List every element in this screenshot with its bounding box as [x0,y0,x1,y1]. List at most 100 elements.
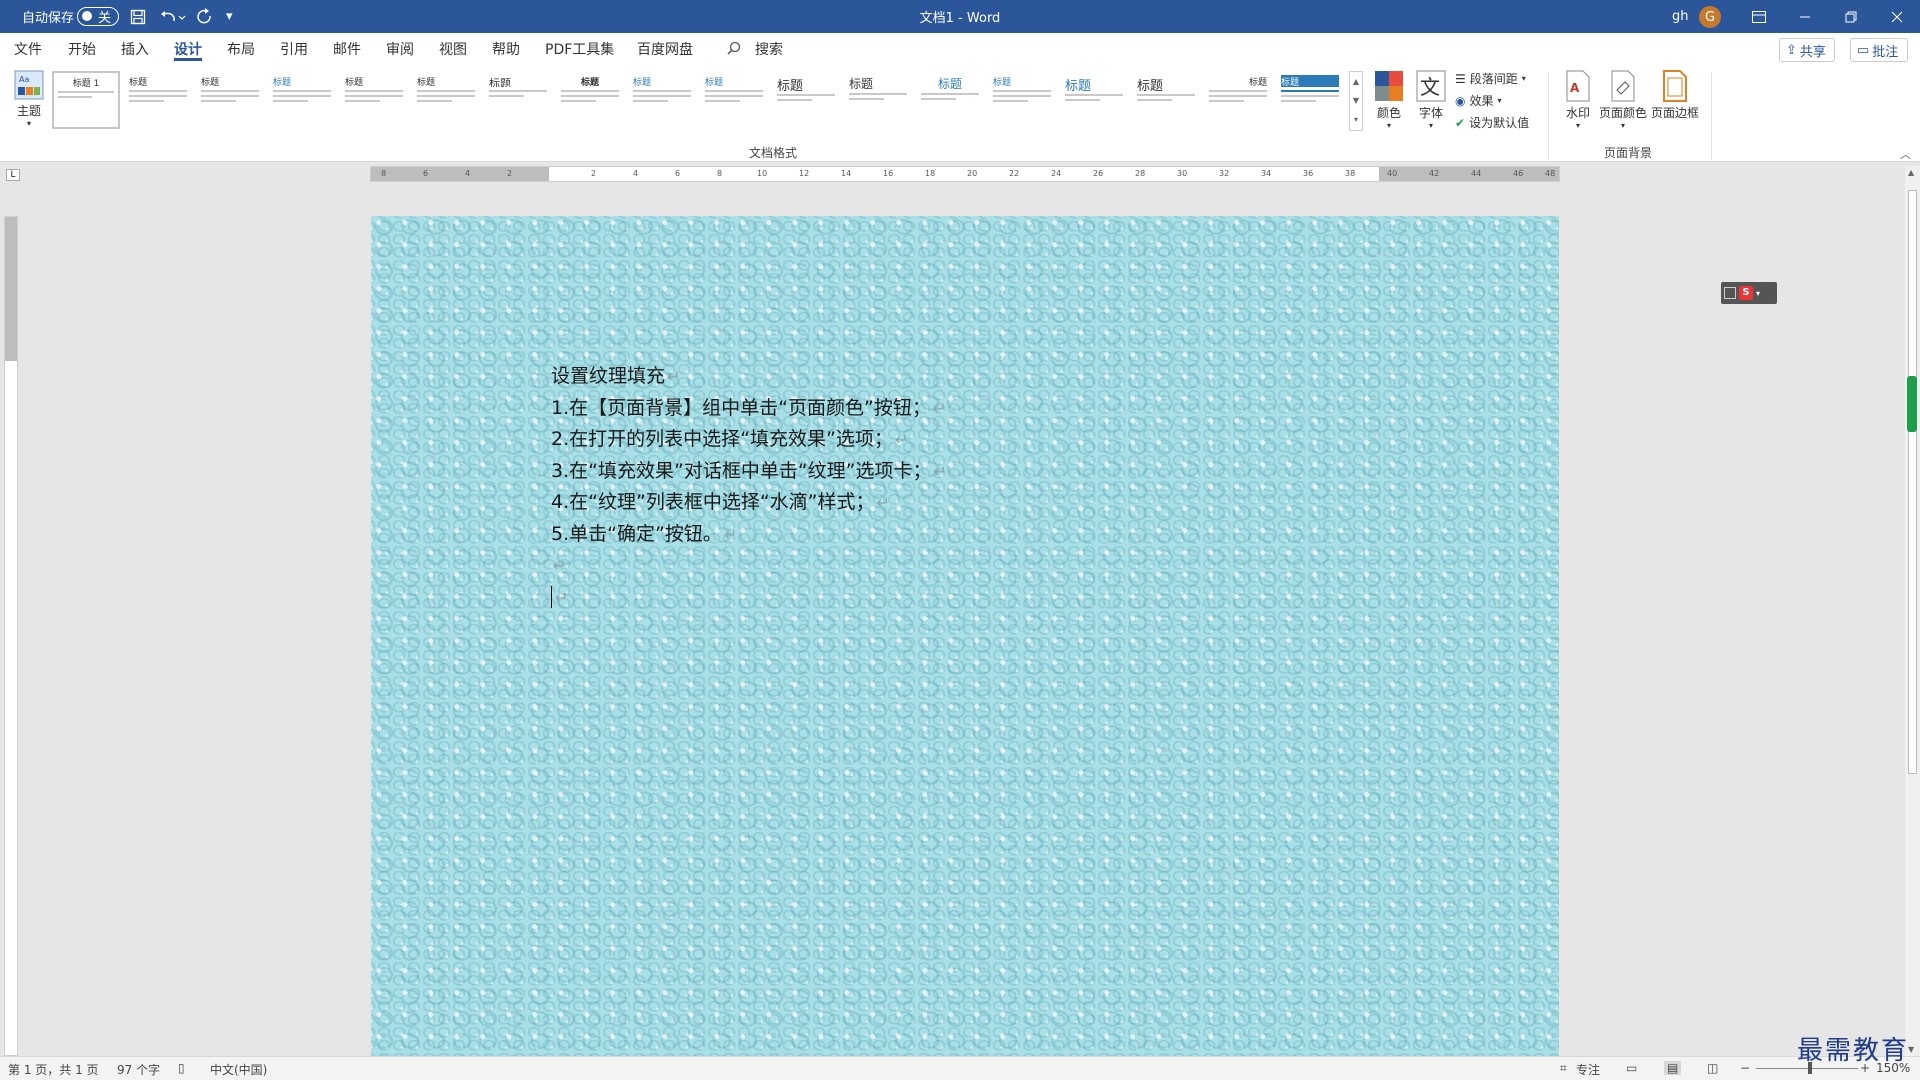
keyboard-icon[interactable] [1724,287,1736,299]
style-set-item[interactable]: 标题 [1276,71,1344,129]
style-set-item[interactable]: 标题 [916,71,984,129]
share-label: 共享 [1799,44,1826,60]
chevron-down-icon[interactable]: ▾ [1756,289,1760,298]
tab-baidu-netdisk[interactable]: 百度网盘 [637,39,693,61]
document-paragraph[interactable]: 1.在【页面背景】组中单击“页面颜色”按钮； ↵ [551,393,947,425]
style-set-item[interactable]: 标题 [772,71,840,129]
style-set-item[interactable]: 标题 [1204,71,1272,129]
tab-help[interactable]: 帮助 [492,39,520,61]
document-paragraph[interactable]: 5.单击“确定”按钮。 ↵ [551,519,947,551]
chevron-down-icon: ▾ [1521,74,1526,83]
user-name[interactable]: gh [1672,0,1689,33]
tab-file[interactable]: 文件 [14,39,42,61]
tab-review[interactable]: 审阅 [386,39,414,61]
proofing-icon[interactable]: ▯ [178,1061,185,1075]
ruler-tick: 18 [925,169,936,178]
scroll-up-icon[interactable]: ▲ [1908,168,1914,177]
sogou-icon[interactable]: S [1739,286,1753,300]
style-set-item[interactable]: 标题 [700,71,768,129]
ribbon-display-options-icon[interactable] [1736,0,1782,33]
tab-pdf-tools[interactable]: PDF工具集 [545,39,614,61]
style-set-item[interactable]: 标题 [628,71,696,129]
paragraph-spacing-button[interactable]: ☰ 段落间距 ▾ [1455,70,1526,87]
chevron-up-icon[interactable]: ▲ [1350,72,1362,91]
vertical-scrollbar[interactable]: ▲ ▼ [1905,166,1920,1056]
zoom-slider[interactable] [1756,1068,1858,1069]
gallery-scroll-controls[interactable]: ▲ ▼ ▾ [1349,71,1363,131]
ime-toolbar[interactable]: S ▾ [1721,282,1777,304]
customize-quick-access-icon[interactable]: ▾ [226,0,240,33]
ruler-right-margin [1379,167,1559,181]
zoom-out-button[interactable]: − [1740,1061,1750,1075]
document-paragraph[interactable]: 2.在打开的列表中选择“填充效果”选项； ↵ [551,424,947,456]
avatar[interactable]: G [1699,6,1721,28]
tab-view[interactable]: 视图 [439,39,467,61]
search-box[interactable]: 搜索 [755,39,783,59]
set-as-default-button[interactable]: ✔ 设为默认值 [1455,114,1529,131]
document-body[interactable]: 设置纹理填充 ↵ 1.在【页面背景】组中单击“页面颜色”按钮； ↵ 2.在打开的列表… [551,361,947,613]
chevron-down-icon: ▾ [1386,121,1391,130]
chevron-down-icon[interactable]: ▼ [1350,91,1362,110]
document-paragraph[interactable]: 4.在“纹理”列表框中选择“水滴”样式； ↵ [551,487,947,519]
style-set-item[interactable]: 标题 1 [52,71,120,129]
page-borders-button[interactable]: 页面边框 [1650,70,1700,121]
style-set-item[interactable]: 标题 [484,71,552,129]
horizontal-ruler[interactable]: 8 6 4 2 2 4 6 8 10 12 14 16 18 20 22 24 … [370,166,1560,182]
share-button[interactable]: ⇪ 共享 [1779,38,1835,62]
tab-insert[interactable]: 插入 [121,39,149,61]
style-set-item[interactable]: 标题 [988,71,1056,129]
redo-icon[interactable] [196,0,216,33]
chevron-down-icon: ▾ [26,119,31,128]
web-layout-icon[interactable]: ◫ [1707,1061,1718,1075]
style-set-gallery[interactable]: 标题 1 标题 标题 标题 标题 标题 标题 标题 标题 标题 标题 标题 标题… [52,71,1346,131]
style-set-item[interactable]: 标题 [124,71,192,129]
tab-layout[interactable]: 布局 [227,39,255,61]
autosave-toggle[interactable]: 关 [77,7,119,26]
document-page[interactable]: 设置纹理填充 ↵ 1.在【页面背景】组中单击“页面颜色”按钮； ↵ 2.在打开的列表… [371,216,1559,1056]
style-set-item[interactable]: 标题 [412,71,480,129]
language-indicator[interactable]: 中文(中国) [210,1061,267,1078]
paragraph-text: 3.在“填充效果”对话框中单击“纹理”选项卡； [551,459,932,482]
style-set-item[interactable]: 标题 [844,71,912,129]
document-paragraph[interactable]: ↵ [551,550,947,582]
vertical-ruler[interactable] [4,216,18,1056]
colors-button[interactable]: 颜色 ▾ [1372,70,1406,130]
undo-icon[interactable] [158,0,188,33]
watermark-button[interactable]: A 水印 ▾ [1560,70,1596,130]
save-icon[interactable] [130,0,148,33]
tab-mailings[interactable]: 邮件 [333,39,361,61]
style-set-item[interactable]: 标题 [556,71,624,129]
word-count[interactable]: 97 个字 [117,1061,160,1078]
themes-button[interactable]: Aa 主题 ▾ [10,70,48,128]
more-icon[interactable]: ▾ [1350,110,1362,129]
read-mode-icon[interactable]: ▭ [1626,1061,1637,1075]
style-set-item[interactable]: 标题 [1132,71,1200,129]
restore-icon[interactable] [1828,0,1874,33]
comments-button[interactable]: ▭ 批注 [1850,38,1908,62]
collapse-ribbon-icon[interactable]: ︿ [1900,146,1911,162]
scrollbar-thumb[interactable] [1908,190,1917,774]
fonts-button[interactable]: 文 字体 ▾ [1414,70,1448,130]
focus-icon[interactable]: ⌗ [1560,1061,1567,1076]
close-icon[interactable] [1874,0,1920,33]
page-count[interactable]: 第 1 页，共 1 页 [8,1061,99,1078]
focus-label[interactable]: 专注 [1576,1061,1600,1078]
tab-stop-selector[interactable]: L [6,169,20,181]
style-set-item[interactable]: 标题 [268,71,336,129]
style-set-item[interactable]: 标题 [1060,71,1128,129]
search-icon[interactable] [727,41,741,59]
style-set-item[interactable]: 标题 [196,71,264,129]
document-paragraph[interactable]: 3.在“填充效果”对话框中单击“纹理”选项卡； ↵ [551,456,947,488]
ruler-tick: 16 [883,169,894,178]
page-color-button[interactable]: 页面颜色 ▾ [1598,70,1648,130]
style-set-item[interactable]: 标题 [340,71,408,129]
document-paragraph[interactable]: ↵ [551,582,947,614]
print-layout-icon[interactable]: ▤ [1664,1061,1682,1075]
effects-button[interactable]: ◉ 效果 ▾ [1455,92,1502,109]
tab-design[interactable]: 设计 [174,39,202,61]
minimize-icon[interactable] [1782,0,1828,33]
ruler-left-margin [371,167,549,181]
tab-references[interactable]: 引用 [280,39,308,61]
tab-home[interactable]: 开始 [68,39,96,61]
document-paragraph[interactable]: 设置纹理填充 ↵ [551,361,947,393]
